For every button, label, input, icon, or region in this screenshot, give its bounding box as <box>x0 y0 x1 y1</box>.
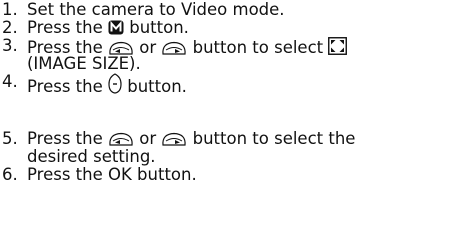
step-text-segment: Press the <box>27 18 108 37</box>
step-text-segment: (IMAGE SIZE). <box>27 54 141 73</box>
menu-m-icon <box>108 20 124 35</box>
step-number: 2. <box>2 18 18 37</box>
step-number: 1. <box>2 0 18 19</box>
left-arrow-button-icon <box>108 41 134 55</box>
right-arrow-button-icon <box>161 132 187 146</box>
left-arrow-button-icon <box>108 132 134 146</box>
step-text-segment: Press the OK button. <box>27 165 197 184</box>
right-arrow-button-icon <box>161 41 187 55</box>
step-number: 5. <box>2 129 18 148</box>
step-text: Press the button. <box>27 19 189 37</box>
step-text: Press the OK button. <box>27 166 197 184</box>
step-text: (IMAGE SIZE). <box>27 55 141 73</box>
step-text: Set the camera to Video mode. <box>27 1 285 19</box>
step-number: 6. <box>2 165 18 184</box>
step-text: desired setting. <box>27 148 156 166</box>
step-text: Press the or button to select the <box>27 130 355 148</box>
step-text-segment: button. <box>124 18 189 37</box>
shutter-button-icon <box>108 73 122 94</box>
step-text-segment: desired setting. <box>27 147 156 166</box>
step-text-segment: button to select the <box>187 129 356 148</box>
step-text-segment: Press the <box>27 129 108 148</box>
step-number: 4. <box>2 72 18 91</box>
step-number: 3. <box>2 36 18 55</box>
step-text-segment: Set the camera to Video mode. <box>27 0 285 19</box>
step-text-segment: or <box>134 129 162 148</box>
step-text-segment: button. <box>122 77 187 96</box>
step-text: Press the button. <box>27 73 187 96</box>
image-size-icon <box>328 37 348 55</box>
step-text-segment: Press the <box>27 77 108 96</box>
step-text-segment: button to select <box>187 38 329 57</box>
